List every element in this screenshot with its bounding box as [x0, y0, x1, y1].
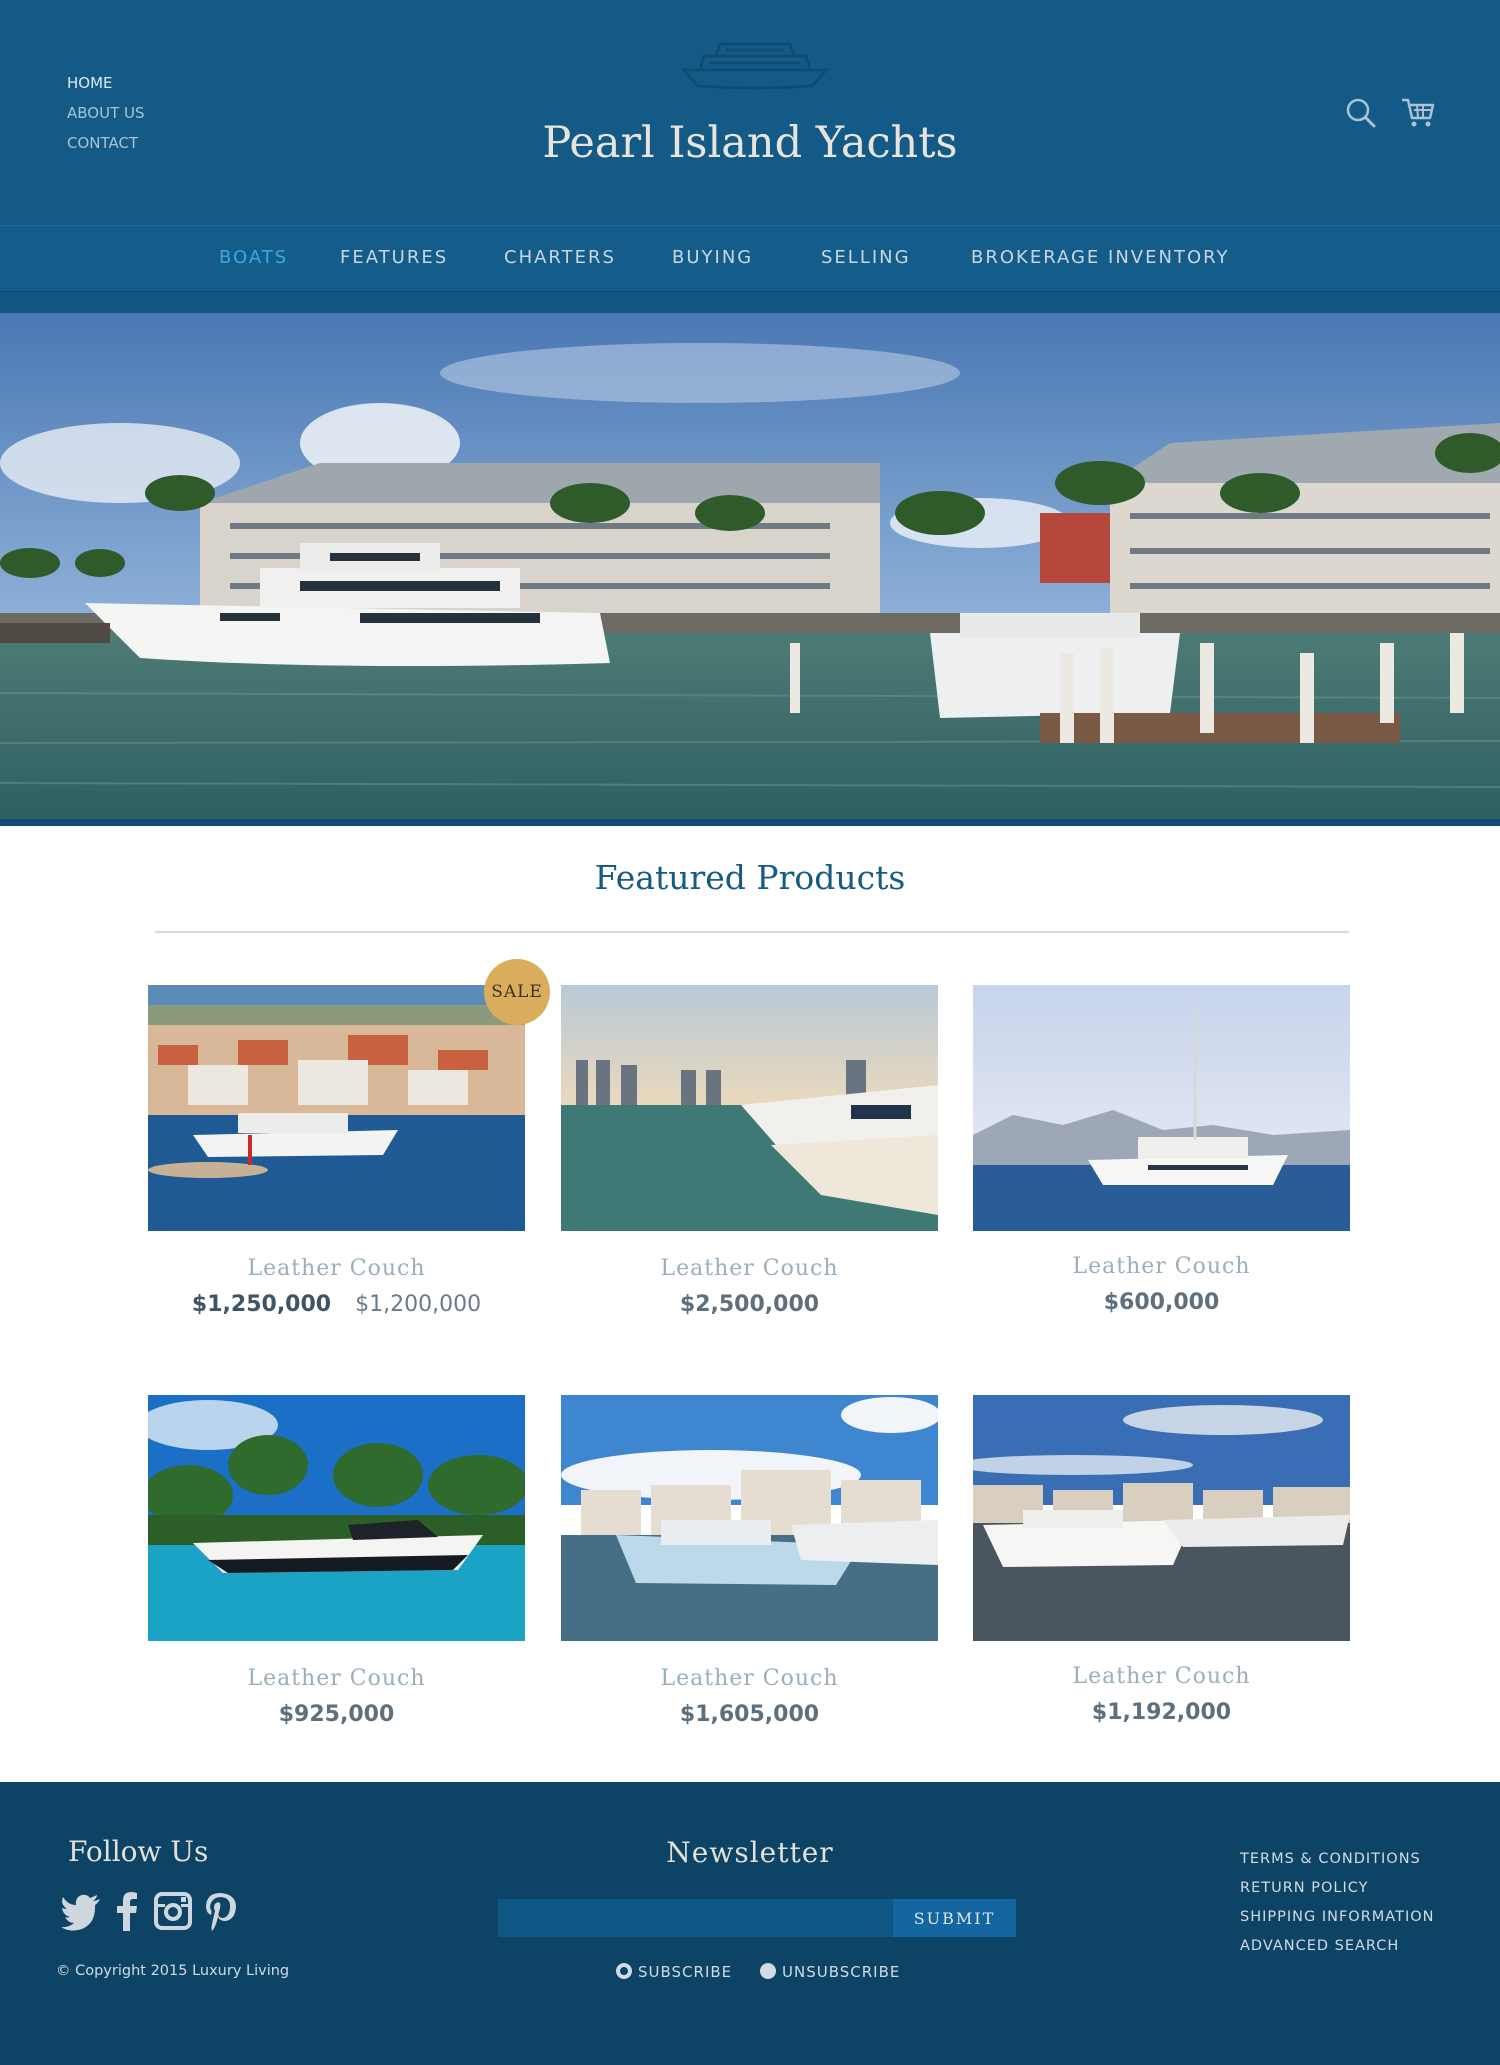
copyright-text: © Copyright 2015 Luxury Living [56, 1963, 290, 1979]
product-image-2[interactable] [561, 985, 938, 1231]
product-price-5: $1,605,000 [679, 1702, 820, 1727]
top-link-home[interactable]: HOME [67, 68, 145, 98]
radio-selected-icon [616, 1963, 632, 1979]
featured-products-title: Featured Products [594, 858, 906, 897]
newsletter-email-input[interactable] [498, 1899, 893, 1937]
product-price-6: $1,192,000 [1091, 1700, 1232, 1725]
product-image-4[interactable] [148, 1395, 525, 1641]
subscribe-radio[interactable]: SUBSCRIBE [616, 1963, 732, 1981]
product-image-6[interactable] [973, 1395, 1350, 1641]
nav-features[interactable]: FEATURES [340, 247, 448, 268]
twitter-icon[interactable] [60, 1891, 102, 1931]
site-header [0, 0, 1500, 225]
product-name-6[interactable]: Leather Couch [973, 1664, 1350, 1689]
newsletter-submit-button[interactable]: SUBMIT [893, 1899, 1016, 1937]
sale-badge: SALE [484, 959, 550, 1025]
product-name-1[interactable]: Leather Couch [148, 1256, 525, 1281]
product-price-2: $2,500,000 [679, 1292, 820, 1317]
ship-logo-icon [681, 42, 829, 90]
product-image-5[interactable] [561, 1395, 938, 1641]
product-sale-price-1: $1,200,000 [355, 1292, 482, 1317]
footer-link-advanced-search[interactable]: ADVANCED SEARCH [1240, 1932, 1435, 1961]
footer-links: TERMS & CONDITIONS RETURN POLICY SHIPPIN… [1240, 1845, 1435, 1961]
product-name-3[interactable]: Leather Couch [973, 1254, 1350, 1279]
product-price-3: $600,000 [1103, 1290, 1220, 1315]
radio-unselected-icon [760, 1963, 776, 1979]
nav-charters[interactable]: CHARTERS [504, 247, 616, 268]
product-name-4[interactable]: Leather Couch [148, 1666, 525, 1691]
pinterest-icon[interactable] [203, 1891, 239, 1931]
product-name-2[interactable]: Leather Couch [561, 1256, 938, 1281]
search-icon[interactable] [1344, 96, 1378, 130]
product-name-5[interactable]: Leather Couch [561, 1666, 938, 1691]
product-image-1[interactable] [148, 985, 525, 1231]
footer-link-shipping-information[interactable]: SHIPPING INFORMATION [1240, 1903, 1435, 1932]
nav-selling[interactable]: SELLING [821, 247, 911, 268]
cart-icon[interactable] [1400, 96, 1436, 130]
unsubscribe-label: UNSUBSCRIBE [782, 1963, 901, 1981]
nav-boats[interactable]: BOATS [219, 247, 288, 268]
divider [155, 931, 1349, 933]
product-old-price-1: $1,250,000 [191, 1292, 332, 1317]
product-price-1: $1,250,000 $1,200,000 [148, 1292, 525, 1317]
instagram-icon[interactable] [153, 1891, 193, 1931]
product-price-4: $925,000 [278, 1702, 395, 1727]
subscribe-label: SUBSCRIBE [638, 1963, 733, 1981]
facebook-icon[interactable] [112, 1891, 142, 1931]
unsubscribe-radio[interactable]: UNSUBSCRIBE [760, 1963, 900, 1981]
footer-link-return-policy[interactable]: RETURN POLICY [1240, 1874, 1435, 1903]
product-image-3[interactable] [973, 985, 1350, 1231]
nav-buying[interactable]: BUYING [672, 247, 753, 268]
hero-banner-image [0, 313, 1500, 826]
nav-divider [0, 292, 1500, 313]
footer-link-terms[interactable]: TERMS & CONDITIONS [1240, 1845, 1435, 1874]
nav-brokerage-inventory[interactable]: BROKERAGE INVENTORY [971, 247, 1229, 268]
brand-title[interactable]: Pearl Island Yachts [0, 118, 1500, 168]
